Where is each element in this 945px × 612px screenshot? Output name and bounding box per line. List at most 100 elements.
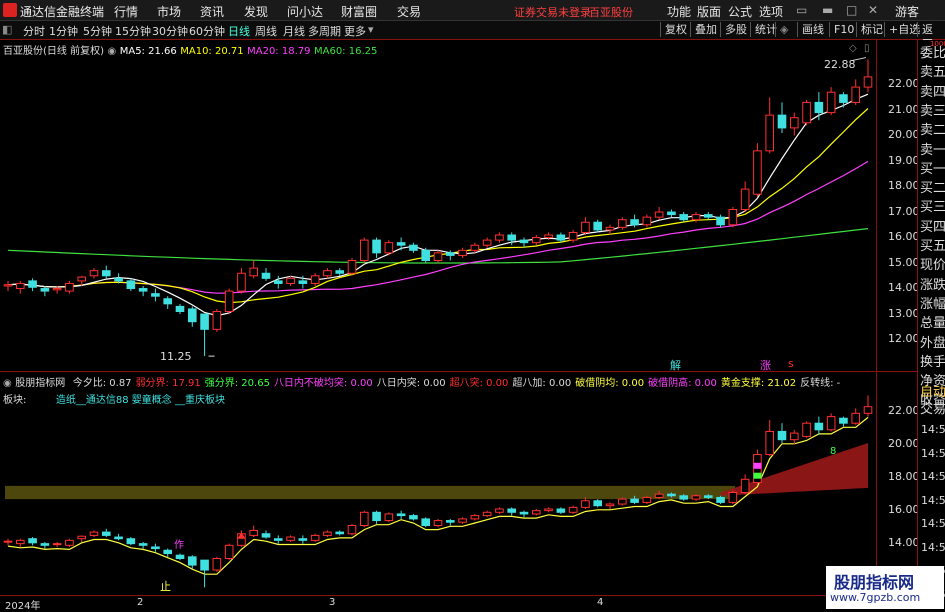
menu-gongshi[interactable]: 公式 (728, 3, 752, 20)
duogu-button[interactable]: 多股 (720, 22, 751, 37)
main-candlestick-chart[interactable] (0, 40, 876, 370)
watermark-url: www.7gpzb.com (830, 591, 921, 604)
app-logo-icon (3, 3, 17, 17)
ind-candle (617, 498, 627, 505)
high-price-label: 22.88 (824, 58, 856, 71)
main-candle (777, 114, 787, 129)
fuquan-button[interactable]: 复权 (660, 22, 691, 37)
menu-jiaoyi[interactable]: 交易 (397, 3, 421, 20)
main-candle (421, 249, 431, 262)
period-fenshi[interactable]: 分时 (23, 23, 45, 39)
ind-candle (89, 531, 99, 536)
axis-tick: 22.00 (888, 77, 920, 90)
s-marker: s (788, 357, 794, 370)
main-candle (519, 239, 529, 244)
main-candle (654, 211, 664, 218)
menu-hangqing[interactable]: 行情 (114, 3, 138, 20)
main-candle (298, 280, 308, 284)
ind-candle (642, 496, 652, 503)
period-day[interactable]: 日线 (228, 23, 250, 39)
axis-tick: 22.00 (888, 404, 920, 417)
close-button[interactable]: ✕ (868, 3, 878, 17)
quote-field[interactable]: 交易 (920, 402, 945, 418)
back-button[interactable]: 返回 (917, 22, 945, 51)
period-week[interactable]: 周线 (255, 23, 277, 39)
main-candle (163, 298, 173, 305)
period-1min[interactable]: 1分钟 (49, 23, 78, 39)
main-candle (691, 214, 701, 221)
period-multi[interactable]: 多周期 (308, 23, 341, 39)
ind-candle (740, 478, 750, 494)
window-button[interactable]: ▬ (822, 3, 833, 17)
menu-zixun[interactable]: 资讯 (200, 3, 224, 20)
watermark: 股朋指标网 www.7gpzb.com (826, 566, 944, 609)
period-5min[interactable]: 5分钟 (83, 23, 112, 39)
main-candle (175, 305, 185, 312)
main-candle (335, 270, 345, 274)
axis-tick: 13.00 (888, 307, 920, 320)
menu-wenxiaoda[interactable]: 问小达 (287, 3, 323, 20)
quote-field[interactable]: 自动 (920, 385, 945, 401)
f10-button[interactable]: F10 (829, 22, 858, 37)
ind-candle (3, 540, 13, 543)
ind-candle (445, 520, 455, 523)
ind-candle (507, 508, 517, 513)
main-candle (65, 282, 74, 292)
minimize-button[interactable]: ▭ (796, 3, 807, 17)
menu-gongneng[interactable]: 功能 (667, 3, 691, 20)
eight-marker: 8 (830, 446, 837, 457)
menu-xuanxiang[interactable]: 选项 (759, 3, 783, 20)
ind-candle (40, 543, 50, 546)
menu-faxian[interactable]: 发现 (244, 3, 268, 20)
biaoji-button[interactable]: 标记 (856, 22, 887, 37)
main-candle (151, 293, 160, 297)
chevron-down-icon[interactable]: ▾ (368, 23, 374, 36)
period-60min[interactable]: 60分钟 (189, 23, 225, 39)
quote-field: 买一 (920, 161, 945, 177)
ind-candle (335, 531, 345, 535)
main-candle (482, 239, 492, 246)
ind-candle (581, 500, 590, 508)
ind-candle (851, 412, 861, 424)
main-candle (347, 260, 357, 274)
huaxian-button[interactable]: 画线 (797, 22, 828, 37)
zhang-marker: 涨 (760, 359, 771, 372)
axis-tick: 12.00 (888, 332, 920, 345)
diejia-button[interactable]: 叠加 (690, 22, 721, 37)
ind-candle (372, 511, 381, 522)
main-candle (593, 221, 603, 231)
guest-label[interactable]: 游客 (895, 3, 919, 20)
axis-tick: 14.00 (888, 536, 920, 549)
period-more[interactable]: 更多 (344, 23, 366, 39)
hand-icon[interactable]: ◈ (775, 22, 792, 37)
ind-candle (863, 406, 873, 414)
time-label-mar: 3 (329, 597, 336, 608)
ind-candle (310, 534, 320, 541)
period-15min[interactable]: 15分钟 (115, 23, 151, 39)
ind-candle (556, 508, 566, 513)
menu-caifuquan[interactable]: 财富圈 (341, 3, 377, 20)
period-30min[interactable]: 30分钟 (152, 23, 188, 39)
maximize-button[interactable]: □ (846, 3, 857, 17)
axis-tick: 18.00 (888, 179, 920, 192)
ind-candle (65, 539, 74, 546)
quote-field: 外盘 (920, 335, 945, 351)
axis-divider (876, 40, 877, 609)
period-month[interactable]: 月线 (283, 23, 305, 39)
main-candle (138, 288, 148, 292)
menu-banmian[interactable]: 版面 (697, 3, 721, 20)
login-status[interactable]: 证券交易未登录 (514, 4, 591, 20)
main-candle (495, 234, 504, 241)
quote-field: 总量 (920, 316, 945, 332)
ma5-line (7, 93, 869, 317)
menu-shichang[interactable]: 市场 (157, 3, 181, 20)
ind-candle (28, 538, 37, 544)
quote-field: 换手 (920, 354, 945, 370)
main-candle (556, 234, 566, 241)
indicator-chart[interactable] (0, 372, 876, 594)
toolbar-toggle-icon[interactable]: ◧ (2, 23, 12, 36)
main-candle (789, 117, 799, 129)
main-candle (445, 252, 455, 256)
main-candle (507, 234, 517, 241)
main-candle (52, 288, 62, 291)
